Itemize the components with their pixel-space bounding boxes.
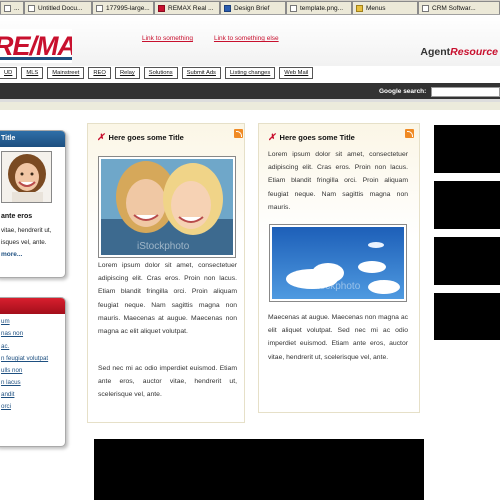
sidebar-link[interactable]: ulls non	[1, 367, 22, 374]
tab-label: CRM Softwar...	[432, 5, 476, 12]
agent-title-part: Agent	[420, 46, 451, 58]
sidebar-link[interactable]: um	[1, 318, 10, 325]
top-link[interactable]: Link to something else	[214, 35, 279, 42]
top-link[interactable]: Link to something	[142, 35, 193, 42]
tab-label: ...	[14, 5, 20, 12]
google-search-input[interactable]	[431, 87, 500, 97]
x-bullet-icon: ✗	[97, 132, 105, 142]
search-bar: Google search:	[0, 83, 500, 102]
sidebar-link[interactable]: ac.	[1, 343, 9, 350]
tab-label: Design Brief	[234, 5, 270, 12]
content-column-1: ✗ Here goes some Title iStockphoto Lorem…	[87, 123, 245, 423]
browser-tab[interactable]: Menus	[352, 1, 418, 14]
links-panel: um nas non ac. n feugiat volutpat ulls n…	[0, 297, 66, 447]
nav-item-solutions[interactable]: Solutions	[143, 67, 178, 79]
x-bullet-icon: ✗	[268, 132, 276, 142]
image-icon	[96, 5, 103, 12]
article-paragraph: Maecenas at augue. Maecenas non magna ac…	[268, 314, 408, 361]
nav-item-web-mail[interactable]: Web Mail	[279, 67, 314, 79]
nav-item-ud[interactable]: UD	[0, 67, 18, 79]
browser-tab[interactable]: template.png...	[286, 1, 352, 14]
document-icon	[28, 5, 35, 12]
sidebar-link[interactable]: nas non	[1, 330, 23, 337]
nav-item-reo[interactable]: REO	[88, 67, 111, 79]
tab-label: REMAX Real ...	[168, 5, 214, 12]
browser-tab[interactable]: ...	[0, 1, 24, 14]
nav-item-mainstreet[interactable]: Mainstreet	[47, 67, 85, 79]
panel-title	[0, 298, 65, 314]
panel-title: Title	[0, 131, 65, 147]
image-icon	[290, 5, 297, 12]
ad-placeholder	[434, 293, 500, 340]
sidebar-link[interactable]: andit	[1, 391, 14, 398]
search-label: Google search:	[379, 88, 427, 95]
article-paragraph: Lorem ipsum dolor sit amet, consectetuer…	[98, 262, 237, 336]
agent-name: ante eros	[1, 213, 33, 220]
tab-label: 177995-large...	[106, 5, 150, 12]
article-photo: iStockphoto	[269, 224, 407, 302]
nav-item-submit-ads[interactable]: Submit Ads	[181, 67, 221, 79]
browser-tab[interactable]: Untitled Docu...	[24, 1, 92, 14]
agent-resource-title: AgentResource	[420, 46, 498, 58]
agent-portrait	[1, 151, 52, 203]
article-paragraph: Sed nec mi ac odio imperdiet euismod. Et…	[98, 365, 237, 399]
folder-icon	[356, 5, 363, 12]
main-nav: UD MLS Mainstreet REO Relay Solutions Su…	[0, 67, 500, 81]
nav-item-listing-changes[interactable]: Listing changes	[224, 67, 276, 79]
browser-tab[interactable]: 177995-large...	[92, 1, 154, 14]
document-icon	[4, 5, 11, 12]
agent-bio-line: vitae, hendrerit ut,	[1, 227, 52, 234]
remax-icon	[158, 5, 165, 12]
article-title-text: Here goes some Title	[108, 133, 184, 142]
ad-placeholder	[434, 181, 500, 229]
agent-profile-panel: Title ante eros vitae, hendrerit ut, isq…	[0, 130, 66, 278]
more-link[interactable]: more...	[1, 251, 22, 258]
top-links: Link to something Link to something else	[142, 35, 279, 42]
browser-icon	[224, 5, 231, 12]
svg-text:iStockphoto: iStockphoto	[137, 241, 190, 252]
article-title: ✗ Here goes some Title	[97, 132, 184, 143]
rss-icon[interactable]	[234, 129, 243, 138]
sidebar-link[interactable]: n feugiat volutpat	[1, 355, 48, 362]
svg-text:RE/MAX: RE/MAX	[0, 31, 72, 61]
svg-text:iStockphoto: iStockphoto	[308, 281, 361, 292]
browser-tab[interactable]: CRM Softwar...	[418, 1, 500, 14]
remax-logo[interactable]: RE/MAX	[0, 29, 72, 63]
site-header: RE/MAX Link to something Link to somethi…	[0, 15, 500, 66]
tab-label: template.png...	[300, 5, 343, 12]
nav-item-relay[interactable]: Relay	[114, 67, 140, 79]
browser-tab[interactable]: REMAX Real ...	[154, 1, 220, 14]
rss-icon[interactable]	[405, 129, 414, 138]
sidebar-link[interactable]: n lacus	[1, 379, 21, 386]
agent-bio-line: isques vel, ante.	[1, 239, 47, 246]
document-icon	[422, 5, 429, 12]
ad-placeholder	[434, 237, 500, 285]
browser-tab-strip: ... Untitled Docu... 177995-large... REM…	[0, 0, 500, 15]
article-title-text: Here goes some Title	[279, 133, 355, 142]
article-paragraph: Lorem ipsum dolor sit amet, consectetuer…	[268, 151, 408, 211]
nav-item-mls[interactable]: MLS	[21, 67, 44, 79]
tab-label: Untitled Docu...	[38, 5, 83, 12]
ad-placeholder	[434, 125, 500, 173]
content-column-2: ✗ Here goes some Title Lorem ipsum dolor…	[258, 123, 420, 413]
agent-title-part: Resource	[450, 46, 498, 58]
sidebar-link[interactable]: orci	[1, 403, 11, 410]
article-photo: iStockphoto	[98, 156, 236, 258]
tab-label: Menus	[366, 5, 386, 12]
browser-tab[interactable]: Design Brief	[220, 1, 286, 14]
sub-band	[0, 102, 500, 110]
article-title: ✗ Here goes some Title	[268, 132, 355, 143]
footer-placeholder	[94, 439, 424, 500]
